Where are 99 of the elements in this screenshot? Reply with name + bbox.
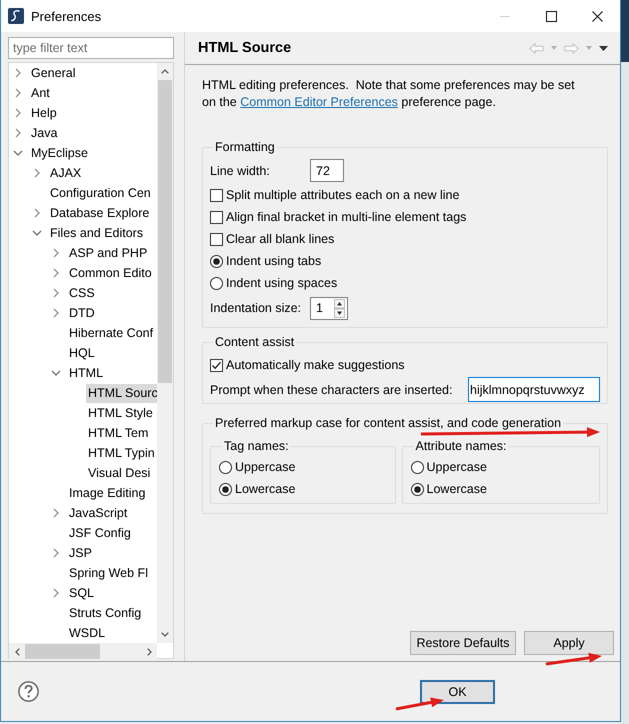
group-label: Tag names: [223, 439, 290, 454]
field-label: Indentation size: [210, 301, 302, 315]
scrollbar-thumb[interactable] [25, 644, 100, 659]
radio-button[interactable] [210, 276, 223, 290]
chevron-right-icon[interactable] [53, 288, 59, 298]
tree-item[interactable]: Ant [29, 84, 53, 102]
checkbox[interactable] [210, 358, 223, 372]
radio-button[interactable] [219, 482, 232, 496]
tree-item[interactable]: ASP and PHP [67, 244, 150, 262]
field-label: Line width: [210, 164, 271, 178]
chevron-right-icon[interactable] [34, 168, 40, 178]
option-label: Uppercase [426, 460, 487, 474]
annotation-arrow [395, 696, 445, 712]
close-icon [592, 10, 602, 22]
dialog-button[interactable]: OK [420, 680, 495, 704]
group-label: Attribute names: [414, 439, 508, 454]
filter-field[interactable]: type filter text [8, 37, 174, 59]
app-logo-icon [8, 8, 24, 24]
tree-item[interactable]: Configuration Cen [48, 184, 154, 202]
tree-item[interactable]: Database Explore [48, 204, 152, 222]
scroll-down-icon[interactable] [161, 632, 169, 637]
tree-item[interactable]: Spring Web Fl [67, 564, 151, 582]
scroll-up-icon[interactable] [161, 69, 169, 74]
scrollbar-thumb[interactable] [158, 80, 172, 383]
chevron-right-icon[interactable] [53, 548, 59, 558]
tree-item[interactable]: Help [29, 104, 60, 122]
maximize-icon [546, 10, 556, 22]
chevron-right-icon[interactable] [53, 508, 59, 518]
checkbox[interactable] [210, 188, 223, 202]
chevron-right-icon[interactable] [53, 308, 59, 318]
group-label: Content assist [214, 335, 296, 350]
chevron-down-icon[interactable] [13, 150, 23, 156]
option-label: Clear all blank lines [226, 232, 334, 246]
option-label: Lowercase [235, 482, 296, 496]
dialog-button[interactable]: Apply [524, 631, 614, 655]
field-label: Prompt when these characters are inserted: [210, 382, 454, 396]
tree-item[interactable]: MyEclipse [29, 144, 91, 162]
radio-button[interactable] [219, 460, 232, 474]
help-icon[interactable] [18, 681, 39, 702]
tree-item[interactable]: CSS [67, 284, 98, 302]
line-width-field[interactable]: 72 [310, 159, 344, 182]
tree-item[interactable]: HTML Style [86, 404, 156, 422]
tree-item[interactable]: SQL [67, 584, 98, 602]
chevron-right-icon[interactable] [53, 588, 59, 598]
dialog-button[interactable]: Restore Defaults [410, 631, 516, 655]
tree-item[interactable]: HQL [67, 344, 98, 362]
radio-button[interactable] [410, 460, 424, 474]
tree-item[interactable]: General [29, 64, 78, 82]
indentation-size-field[interactable]: 1 [310, 296, 348, 320]
scroll-left-icon[interactable] [14, 648, 20, 656]
tree-item[interactable]: HTML Typin [86, 444, 158, 462]
vertical-scrollbar[interactable] [157, 63, 173, 643]
checkbox[interactable] [210, 210, 223, 224]
scroll-right-icon[interactable] [146, 648, 152, 656]
window-title: Preferences [31, 8, 102, 24]
option-label: Indent using spaces [226, 276, 338, 290]
tree-item[interactable]: JSP [67, 544, 95, 562]
tree-item[interactable]: Common Edito [67, 264, 155, 282]
tree-item[interactable]: Java [29, 124, 60, 142]
tree-item[interactable]: JSF Config [67, 524, 134, 542]
prompt-characters-field[interactable]: hijklmnopqrstuvwxyz [468, 377, 600, 402]
chevron-right-icon[interactable] [15, 108, 21, 118]
option-label: Align final bracket in multi-line element tags [226, 210, 466, 224]
preferences-link[interactable]: Common Editor Preferences [240, 95, 398, 109]
radio-button[interactable] [410, 482, 424, 496]
chevron-right-icon[interactable] [15, 68, 21, 78]
tree-item[interactable]: Files and Editors [48, 224, 146, 242]
chevron-right-icon[interactable] [53, 248, 59, 258]
tree-item[interactable]: DTD [67, 304, 98, 322]
chevron-right-icon[interactable] [15, 88, 21, 98]
chevron-right-icon[interactable] [15, 128, 21, 138]
annotation-arrow [545, 651, 603, 667]
group-label: Formatting [214, 140, 276, 155]
tree-item[interactable]: JavaScript [67, 504, 130, 522]
option-label: Indent using tabs [226, 254, 322, 268]
page-title: HTML Source [198, 40, 292, 56]
tree-item[interactable]: Hibernate Conf [67, 324, 156, 342]
tree-item[interactable]: AJAX [48, 164, 84, 182]
tree-item[interactable]: HTML [67, 364, 106, 382]
group-label: Preferred markup case for content assist, and code generation [214, 416, 562, 431]
page-description: HTML editing preferences. Note that some preferences may be set on the Common Editor Preferences preference page. [202, 77, 576, 111]
checkbox[interactable] [210, 232, 223, 246]
chevron-right-icon[interactable] [53, 268, 59, 278]
tree-item[interactable]: WSDL [67, 624, 108, 642]
tree-item[interactable]: Image Editing [67, 484, 148, 502]
chevron-down-icon[interactable] [32, 230, 42, 236]
tree-item[interactable]: Visual Desi [86, 464, 154, 482]
chevron-right-icon[interactable] [34, 208, 40, 218]
tree-item[interactable]: HTML Tem [86, 424, 152, 442]
back-arrow-icon[interactable] [529, 42, 544, 54]
tree-item[interactable]: Struts Config [67, 604, 144, 622]
option-label: Lowercase [426, 482, 487, 496]
option-label: Split multiple attributes each on a new line [226, 188, 460, 202]
forward-arrow-icon[interactable] [564, 42, 579, 54]
radio-button[interactable] [210, 254, 223, 268]
chevron-down-icon[interactable] [51, 370, 61, 376]
option-label: Uppercase [235, 460, 296, 474]
horizontal-scrollbar[interactable] [9, 643, 157, 660]
option-label: Automatically make suggestions [226, 358, 405, 372]
